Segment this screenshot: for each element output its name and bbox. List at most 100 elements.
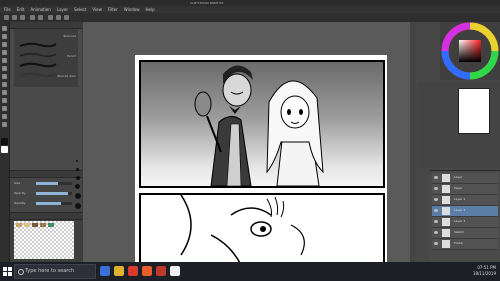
eye-icon[interactable]	[434, 231, 438, 234]
comic-page[interactable]	[135, 55, 387, 273]
navigator-preview[interactable]	[458, 88, 490, 134]
text-icon[interactable]	[2, 122, 7, 127]
menu-help[interactable]: Help	[146, 6, 155, 13]
clear-icon[interactable]	[48, 15, 53, 20]
property-slider[interactable]	[36, 192, 72, 195]
undo-icon[interactable]	[30, 15, 35, 20]
property-row[interactable]: Size	[14, 181, 74, 186]
property-slider[interactable]	[36, 202, 72, 205]
app-icon[interactable]	[142, 266, 152, 276]
material-swatch[interactable]	[40, 223, 46, 227]
property-row[interactable]: Opacity	[14, 191, 74, 196]
layer-row[interactable]: Layer 1	[432, 195, 498, 206]
brush-size-dot[interactable]	[75, 203, 81, 209]
brush-size-dot[interactable]	[76, 160, 78, 162]
menu-window[interactable]: Window	[124, 6, 140, 13]
material-thumbnails[interactable]	[14, 221, 74, 259]
layer-thumbnail	[442, 229, 450, 237]
property-label: Density	[14, 201, 26, 205]
layer-name: Folder	[454, 241, 464, 245]
brush-size-dot[interactable]	[76, 176, 80, 180]
slider-fill	[36, 192, 69, 195]
property-slider[interactable]	[36, 182, 72, 185]
tool-palette	[0, 22, 10, 262]
layer-thumbnail	[442, 185, 450, 193]
layer-name: Sketch	[454, 230, 465, 234]
pencil-icon[interactable]	[2, 66, 7, 71]
task-view-icon[interactable]	[100, 266, 110, 276]
gradient-icon[interactable]	[2, 106, 7, 111]
eye-icon[interactable]	[434, 209, 438, 212]
material-swatch[interactable]	[16, 223, 22, 227]
brush-item[interactable]	[18, 53, 58, 68]
redo-icon[interactable]	[38, 15, 43, 20]
sub-color-swatch[interactable]	[1, 146, 8, 153]
selection-icon[interactable]	[2, 42, 7, 47]
main-color-swatch[interactable]	[1, 138, 8, 145]
property-label: Size	[14, 181, 21, 185]
new-icon[interactable]	[4, 15, 9, 20]
layer-row[interactable]: Folder	[432, 239, 498, 250]
eye-icon[interactable]	[434, 176, 438, 179]
menu-layer[interactable]: Layer	[57, 6, 68, 13]
taskbar: Type here to search 07:51 PM 18/11/2019	[0, 262, 500, 281]
open-icon[interactable]	[12, 15, 17, 20]
pen-icon[interactable]	[2, 58, 7, 63]
save-icon[interactable]	[20, 15, 25, 20]
menu-animation[interactable]: Animation	[30, 6, 50, 13]
brush-label: Textured	[63, 34, 76, 38]
brush-size-dot[interactable]	[75, 193, 81, 199]
brush-size-dot[interactable]	[76, 168, 79, 171]
eye-icon[interactable]	[434, 220, 438, 223]
layer-row[interactable]: Paper	[432, 184, 498, 195]
menu-edit[interactable]: Edit	[17, 6, 25, 13]
eye-icon[interactable]	[434, 198, 438, 201]
search-icon	[18, 269, 24, 275]
property-row[interactable]: Density	[14, 201, 74, 206]
move-icon[interactable]	[2, 34, 7, 39]
comic-panel-bottom[interactable]	[139, 193, 385, 273]
eye-icon[interactable]	[434, 187, 438, 190]
comic-panel-top[interactable]	[139, 60, 385, 188]
material-swatch[interactable]	[24, 223, 30, 227]
color-wheel[interactable]	[440, 22, 500, 80]
fill-icon[interactable]	[2, 98, 7, 103]
system-tray-clock[interactable]: 07:51 PM 18/11/2019	[473, 265, 496, 277]
eye-icon[interactable]	[434, 242, 438, 245]
figure-icon[interactable]	[2, 114, 7, 119]
menu-select[interactable]: Select	[74, 6, 86, 13]
file-explorer-icon[interactable]	[114, 266, 124, 276]
menu-view[interactable]: View	[92, 6, 102, 13]
layer-thumbnail	[442, 240, 450, 248]
brush-item[interactable]	[18, 33, 58, 48]
browser-icon[interactable]	[128, 266, 138, 276]
eraser-icon[interactable]	[2, 90, 7, 95]
layer-row[interactable]: Sketch	[432, 228, 498, 239]
transform-icon[interactable]	[56, 15, 61, 20]
taskbar-search-box[interactable]: Type here to search	[14, 264, 96, 279]
brush-item[interactable]	[18, 63, 58, 77]
app-icon[interactable]	[156, 266, 166, 276]
slider-fill	[36, 182, 58, 185]
color-wheel-panel	[440, 22, 500, 80]
material-swatch[interactable]	[32, 223, 38, 227]
airbrush-icon[interactable]	[2, 82, 7, 87]
property-label: Opacity	[14, 191, 26, 195]
clip-studio-icon[interactable]	[170, 266, 180, 276]
menu-filter[interactable]: Filter	[108, 6, 118, 13]
panel-header	[10, 213, 82, 220]
eyedropper-icon[interactable]	[2, 50, 7, 55]
menu-file[interactable]: File	[4, 6, 11, 13]
brush-size-dot[interactable]	[75, 184, 80, 189]
brush-item[interactable]	[18, 43, 58, 58]
canvas-area[interactable]	[83, 22, 415, 273]
layer-row[interactable]: Layer 3	[432, 217, 498, 228]
layer-row-selected[interactable]: Layer 2	[432, 206, 498, 217]
brush-label: Pencil	[67, 54, 76, 58]
layer-row[interactable]: Layer	[432, 173, 498, 184]
zoom-icon[interactable]	[2, 26, 7, 31]
material-swatch[interactable]	[48, 223, 54, 227]
brush-icon[interactable]	[2, 74, 7, 79]
windows-start-icon[interactable]	[3, 267, 12, 276]
deselect-icon[interactable]	[64, 15, 69, 20]
